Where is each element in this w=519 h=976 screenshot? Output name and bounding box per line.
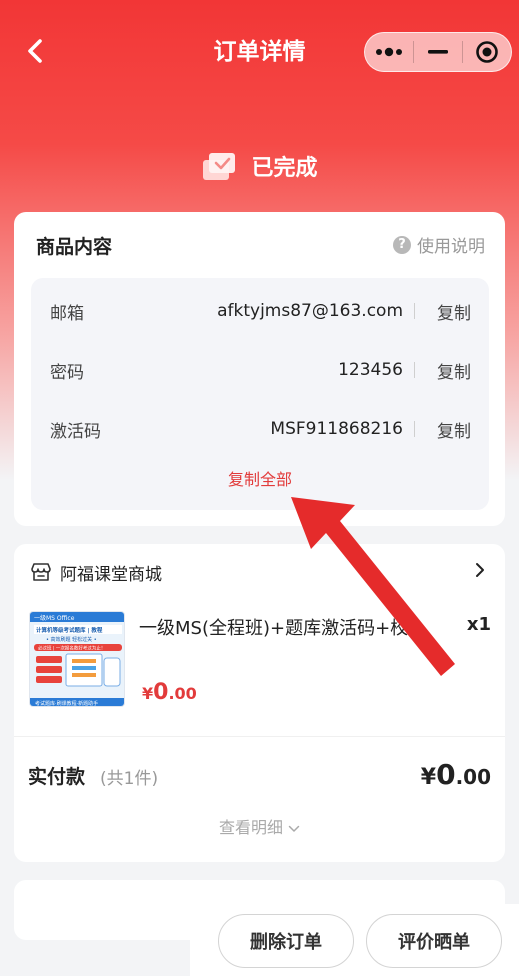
- more-button[interactable]: [365, 32, 413, 72]
- payment-label: 实付款: [28, 766, 86, 788]
- password-value: 123456: [338, 360, 403, 380]
- password-label: 密码: [50, 362, 84, 383]
- shop-link[interactable]: 阿福课堂商城: [30, 558, 162, 586]
- target-close-icon: [476, 41, 498, 63]
- delete-order-button[interactable]: 删除订单: [218, 914, 354, 968]
- store-icon: [31, 563, 51, 581]
- copy-password-button[interactable]: 复制: [437, 358, 471, 383]
- usage-help-label: 使用说明: [417, 237, 485, 257]
- chevron-right-icon: [476, 563, 484, 577]
- email-row: 邮箱 afktyjms87@163.com 复制: [31, 296, 489, 326]
- product-quantity: x1: [466, 614, 491, 635]
- payment-total: ¥0.00: [420, 758, 491, 791]
- copy-all-button[interactable]: 复制全部: [31, 466, 489, 490]
- bottom-action-bar: 删除订单 评价晒单: [190, 904, 519, 976]
- copy-activation-code-button[interactable]: 复制: [437, 417, 471, 442]
- email-label: 邮箱: [50, 303, 84, 324]
- product-thumbnail[interactable]: 一级MS Office 计算机等级考试题库 | 教程 • 高效刷题 轻松过关 •…: [29, 611, 125, 707]
- svg-text:• 高效刷题 轻松过关 •: • 高效刷题 轻松过关 •: [46, 636, 97, 643]
- svg-text:计算机等级考试题库 | 教程: 计算机等级考试题库 | 教程: [36, 626, 103, 634]
- question-circle-icon: ?: [393, 235, 411, 254]
- view-details-button[interactable]: 查看明细: [14, 814, 505, 838]
- review-order-button[interactable]: 评价晒单: [366, 914, 502, 968]
- close-button[interactable]: [463, 32, 511, 72]
- order-card: 阿福课堂商城 一级MS Office 计算机等级考试题库 | 教程 • 高效刷题…: [14, 544, 505, 862]
- activation-code-value: MSF911868216: [270, 419, 403, 439]
- svg-text:考试题库·刷课教程·新题助手: 考试题库·刷课教程·新题助手: [35, 700, 98, 707]
- product-price: ¥0.00: [142, 680, 197, 705]
- content-card-title: 商品内容: [36, 236, 113, 258]
- product-title[interactable]: 一级MS(全程班)+题库激活码+校…: [139, 614, 439, 640]
- minimize-button[interactable]: [414, 32, 462, 72]
- activation-code-label: 激活码: [50, 421, 101, 442]
- minimize-icon: [428, 50, 448, 54]
- password-row: 密码 123456 复制: [31, 355, 489, 385]
- svg-text:一级MS Office: 一级MS Office: [34, 614, 75, 622]
- completed-icon: [203, 153, 236, 180]
- shop-name: 阿福课堂商城: [60, 564, 162, 585]
- activation-code-row: 激活码 MSF911868216 复制: [31, 414, 489, 444]
- email-value: afktyjms87@163.com: [217, 301, 403, 321]
- more-dots-icon: [376, 47, 402, 57]
- navigation-bar: 订单详情: [0, 0, 519, 104]
- shop-arrow[interactable]: [475, 562, 485, 582]
- svg-text:必过班 | 一次报名数好考过为止！: 必过班 | 一次报名数好考过为止！: [38, 645, 105, 652]
- copy-email-button[interactable]: 复制: [437, 299, 471, 324]
- order-status: 已完成: [0, 146, 519, 186]
- chevron-down-icon: [288, 825, 300, 832]
- usage-help-link[interactable]: ? 使用说明: [393, 232, 485, 257]
- mini-program-capsule: [364, 32, 512, 72]
- item-count: (共1件): [100, 769, 159, 789]
- credentials-rows: 邮箱 afktyjms87@163.com 复制 密码 123456 复制 激活…: [31, 278, 489, 510]
- status-text: 已完成: [251, 156, 318, 181]
